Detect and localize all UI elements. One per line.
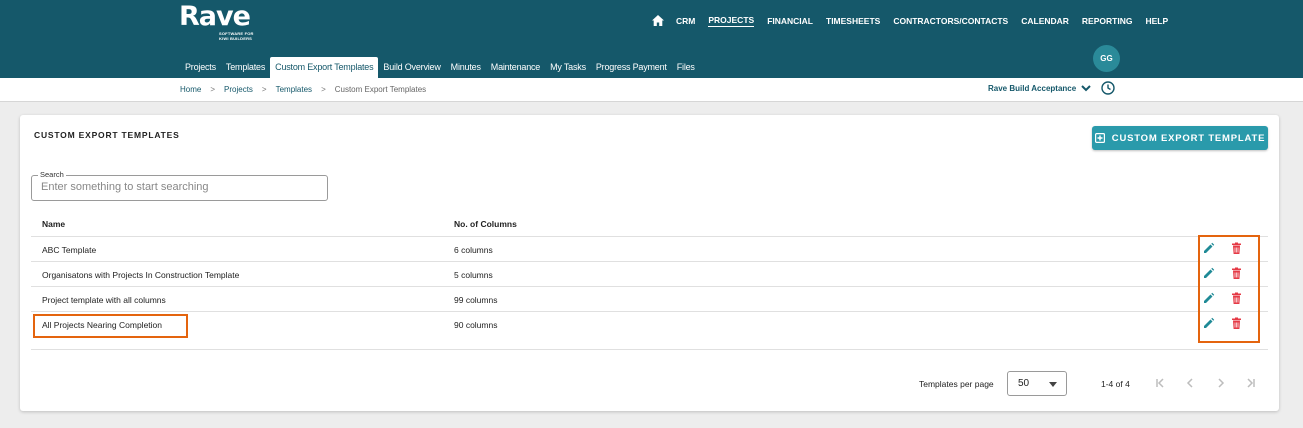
previous-page-icon[interactable] — [1184, 377, 1196, 389]
subnav-files[interactable]: Files — [672, 57, 700, 78]
table-row[interactable]: Organisatons with Projects In Constructi… — [31, 262, 1268, 287]
subnav-my-tasks[interactable]: My Tasks — [545, 57, 591, 78]
breadcrumb-bar: Home > Projects > Templates > Custom Exp… — [0, 78, 1303, 102]
search-input[interactable] — [41, 181, 321, 193]
breadcrumb-separator: > — [210, 85, 216, 94]
nav-financial[interactable]: FINANCIAL — [767, 15, 813, 27]
subnav-minutes[interactable]: Minutes — [446, 57, 486, 78]
nav-help[interactable]: HELP — [1145, 15, 1168, 27]
pagination: Templates per page 50 1-4 of 4 — [20, 371, 1279, 396]
breadcrumb-home[interactable]: Home — [180, 85, 201, 94]
nav-reporting[interactable]: REPORTING — [1082, 15, 1133, 27]
per-page-label: Templates per page — [919, 379, 994, 389]
template-name: Organisatons with Projects In Constructi… — [42, 270, 240, 280]
subnav-custom-export-templates[interactable]: Custom Export Templates — [270, 57, 379, 78]
subnav-projects[interactable]: Projects — [180, 57, 221, 78]
page-title: CUSTOM EXPORT TEMPLATES — [34, 130, 180, 140]
highlight-box-row-actions — [1198, 235, 1260, 343]
page-range: 1-4 of 4 — [1101, 379, 1130, 389]
breadcrumb-separator: > — [261, 85, 267, 94]
logo-wordmark: Rave — [179, 1, 251, 32]
subnav-progress-payment[interactable]: Progress Payment — [591, 57, 672, 78]
highlight-box-template-name — [33, 314, 188, 338]
dropdown-arrow-icon — [1049, 382, 1057, 387]
templates-card: CUSTOM EXPORT TEMPLATES CUSTOM EXPORT TE… — [20, 115, 1279, 411]
template-column-count: 90 columns — [454, 320, 498, 330]
top-navigation: CRM PROJECTS FINANCIAL TIMESHEETS CONTRA… — [652, 14, 1181, 27]
user-avatar[interactable]: GG — [1093, 45, 1120, 72]
plus-box-icon — [1094, 133, 1105, 144]
add-button-label: CUSTOM EXPORT TEMPLATE — [1111, 132, 1266, 144]
template-column-count: 99 columns — [454, 295, 498, 305]
logo-tagline: SOFTWARE FOR KIWI BUILDERS — [219, 31, 254, 41]
home-icon[interactable] — [652, 15, 664, 26]
first-page-icon[interactable] — [1154, 377, 1166, 389]
project-selector[interactable]: Rave Build Acceptance — [988, 84, 1091, 93]
history-clock-icon[interactable] — [1101, 81, 1115, 95]
subnav-build-overview[interactable]: Build Overview — [378, 57, 445, 78]
subnav-maintenance[interactable]: Maintenance — [486, 57, 545, 78]
template-column-count: 6 columns — [454, 245, 493, 255]
search-label: Search — [38, 170, 66, 179]
search-field[interactable]: Search — [31, 170, 328, 201]
table-row[interactable]: ABC Template 6 columns — [31, 237, 1268, 262]
rave-logo[interactable]: Rave SOFTWARE FOR KIWI BUILDERS — [179, 1, 253, 42]
template-name: ABC Template — [42, 245, 97, 255]
nav-timesheets[interactable]: TIMESHEETS — [826, 15, 880, 27]
breadcrumb-current: Custom Export Templates — [334, 85, 427, 94]
per-page-select[interactable]: 50 — [1007, 371, 1067, 396]
table-row[interactable]: Project template with all columns 99 col… — [31, 287, 1268, 312]
nav-calendar[interactable]: CALENDAR — [1021, 15, 1069, 27]
chevron-down-icon — [1081, 85, 1091, 92]
nav-projects[interactable]: PROJECTS — [708, 14, 755, 27]
app-header: Rave SOFTWARE FOR KIWI BUILDERS CRM PROJ… — [0, 0, 1303, 78]
breadcrumb-projects[interactable]: Projects — [224, 85, 253, 94]
breadcrumb-separator: > — [321, 85, 326, 94]
breadcrumb: Home > Projects > Templates > Custom Exp… — [180, 85, 426, 94]
column-header-columns[interactable]: No. of Columns — [454, 219, 517, 229]
sub-navigation: Projects Templates Custom Export Templat… — [180, 57, 700, 78]
template-column-count: 5 columns — [454, 270, 493, 280]
table-row[interactable]: All Projects Nearing Completion 90 colum… — [31, 312, 1268, 350]
next-page-icon[interactable] — [1215, 377, 1227, 389]
project-selector-value: Rave Build Acceptance — [988, 84, 1077, 93]
nav-contractors-contacts[interactable]: CONTRACTORS/CONTACTS — [893, 15, 1008, 27]
templates-table: Name No. of Columns ABC Template 6 colum… — [31, 210, 1268, 350]
add-custom-export-template-button[interactable]: CUSTOM EXPORT TEMPLATE — [1092, 126, 1268, 150]
nav-crm[interactable]: CRM — [676, 15, 695, 27]
table-header: Name No. of Columns — [31, 210, 1268, 237]
per-page-value: 50 — [1018, 378, 1030, 389]
column-header-name[interactable]: Name — [42, 219, 65, 229]
template-name: Project template with all columns — [42, 295, 166, 305]
last-page-icon[interactable] — [1245, 377, 1257, 389]
subnav-templates[interactable]: Templates — [221, 57, 270, 78]
breadcrumb-templates[interactable]: Templates — [276, 85, 312, 94]
